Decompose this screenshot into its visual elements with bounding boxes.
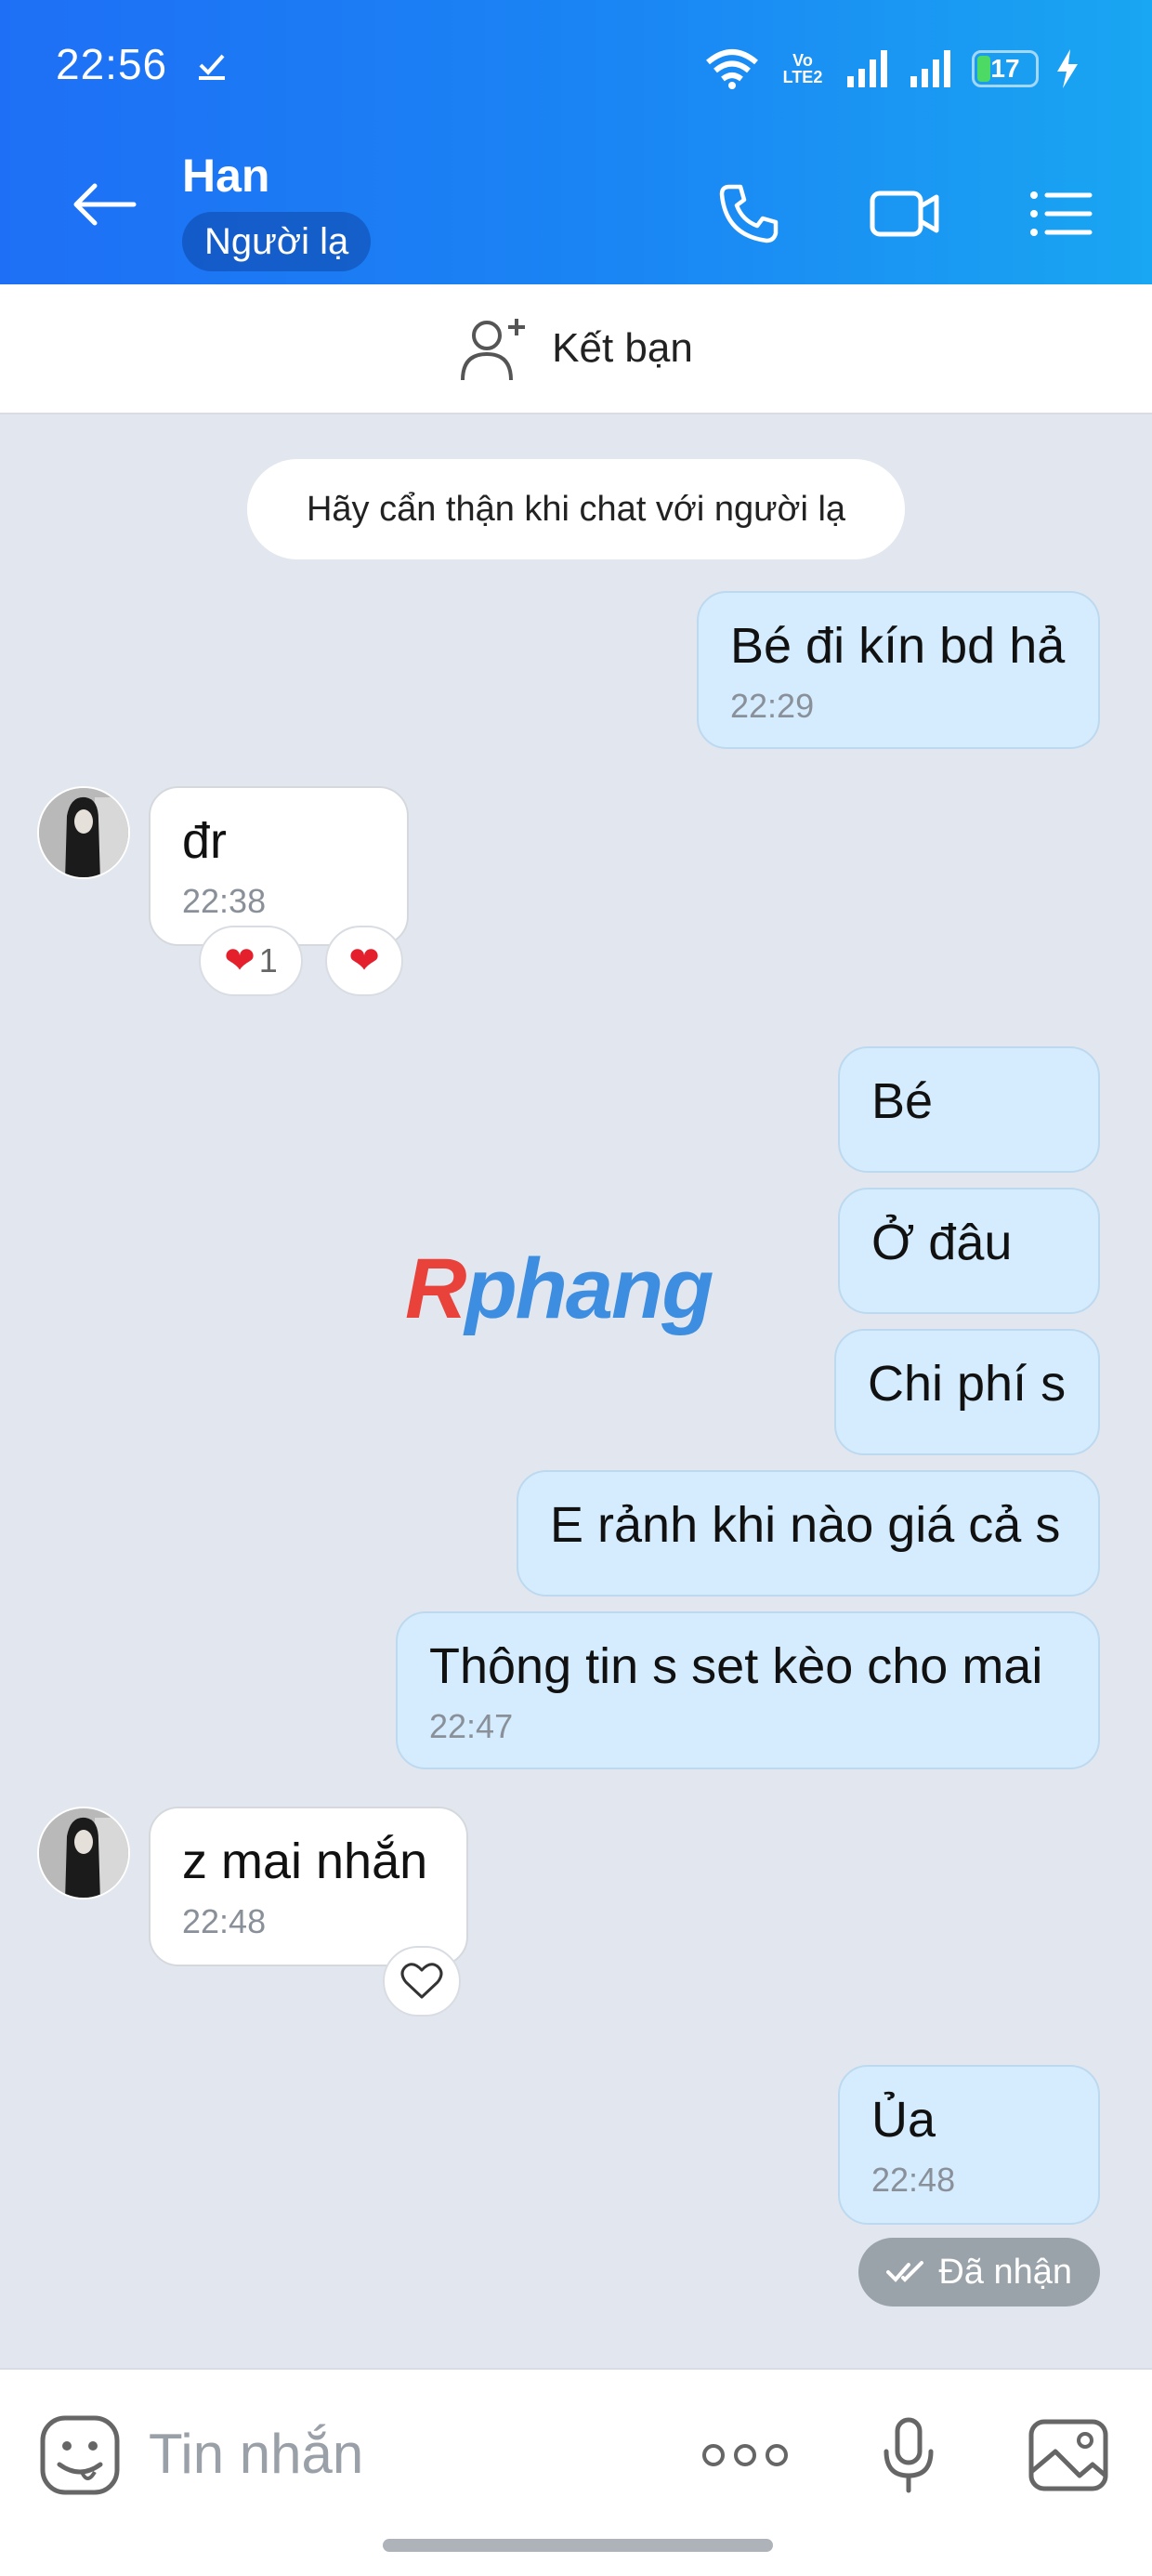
list-menu-icon — [1030, 191, 1093, 236]
react-button[interactable] — [383, 1946, 461, 2017]
add-user-icon — [461, 319, 526, 381]
avatar-image — [39, 1808, 128, 1898]
volte-indicator: Vo LTE2 — [782, 51, 823, 86]
message-input[interactable] — [149, 2407, 650, 2500]
delivery-status-badge: Đã nhận — [858, 2238, 1100, 2307]
charging-icon — [1057, 49, 1078, 88]
reaction-count: 1 — [258, 941, 278, 979]
react-button[interactable]: ❤ — [325, 926, 403, 996]
message-bubble-outgoing[interactable]: Bé — [838, 1046, 1100, 1173]
delivery-status-label: Đã nhận — [938, 2252, 1072, 2292]
message-time: 22:38 — [182, 882, 267, 920]
microphone-icon — [884, 2417, 934, 2493]
sticker-button[interactable] — [33, 2409, 126, 2502]
message-time: 22:48 — [182, 1902, 267, 1940]
signal-icon-2 — [910, 50, 950, 87]
phone-icon — [719, 184, 779, 243]
add-friend-bar[interactable]: Kết bạn — [0, 284, 1152, 414]
watermark-logo: Rphang — [405, 1242, 713, 1336]
message-text: Ủa — [871, 2092, 936, 2148]
message-text: đr — [182, 813, 228, 869]
gallery-button[interactable] — [1022, 2409, 1115, 2502]
video-call-button[interactable] — [870, 178, 940, 249]
status-icons: Vo LTE2 17 — [704, 45, 1080, 93]
status-time: 22:56 — [56, 40, 168, 88]
wifi-icon — [706, 49, 758, 89]
heart-icon: ❤ — [224, 940, 255, 981]
message-text: Chi phí s — [868, 1356, 1067, 1412]
message-bubble-incoming[interactable]: z mai nhắn 22:48 — [149, 1807, 468, 1966]
message-text: E rảnh khi nào giá cả s — [550, 1497, 1061, 1553]
stranger-badge: Người lạ — [182, 212, 372, 271]
more-options-button[interactable] — [699, 2409, 792, 2502]
message-time: 22:47 — [429, 1707, 514, 1745]
message-text: Ở đâu — [871, 1215, 1013, 1270]
add-friend-label: Kết bạn — [552, 325, 693, 371]
message-text: Thông tin s set kèo cho mai — [429, 1638, 1043, 1694]
message-bubble-outgoing[interactable]: E rảnh khi nào giá cả s — [517, 1470, 1100, 1597]
message-time: 22:29 — [730, 687, 815, 725]
avatar[interactable] — [37, 786, 130, 879]
heart-outline-icon — [400, 1963, 443, 1999]
battery-indicator: 17 — [972, 50, 1039, 87]
message-time: 22:48 — [871, 2161, 956, 2199]
emoji-icon — [40, 2415, 120, 2495]
chat-header: 22:56 Vo LTE2 17 Han Người lạ — [0, 0, 1152, 284]
message-bubble-incoming[interactable]: đr 22:38 — [149, 786, 409, 946]
signal-icon — [847, 50, 887, 87]
menu-button[interactable] — [1026, 178, 1096, 249]
avatar[interactable] — [37, 1807, 130, 1899]
message-bubble-outgoing[interactable]: Thông tin s set kèo cho mai 22:47 — [396, 1611, 1100, 1769]
heart-icon: ❤ — [348, 940, 380, 981]
video-camera-icon — [870, 191, 939, 237]
more-dots-icon — [702, 2444, 788, 2466]
message-bubble-outgoing[interactable]: Bé đi kín bd hả 22:29 — [697, 591, 1100, 749]
message-bubble-outgoing[interactable]: Ở đâu — [838, 1188, 1100, 1314]
avatar-image — [39, 788, 128, 877]
message-bubble-outgoing[interactable]: Ủa 22:48 — [838, 2065, 1100, 2225]
message-text: Bé đi kín bd hả — [730, 618, 1066, 674]
home-indicator[interactable] — [383, 2539, 773, 2552]
checkmark-icon — [199, 54, 225, 80]
call-button[interactable] — [713, 178, 784, 249]
image-icon — [1028, 2419, 1108, 2491]
message-text: Bé — [871, 1073, 934, 1129]
back-arrow-icon[interactable] — [67, 177, 141, 232]
contact-name[interactable]: Han — [182, 149, 269, 203]
voice-button[interactable] — [862, 2409, 955, 2502]
message-text: z mai nhắn — [182, 1833, 428, 1889]
stranger-warning-notice: Hãy cẩn thận khi chat với người lạ — [247, 459, 905, 559]
reaction-summary[interactable]: ❤ 1 — [199, 926, 303, 996]
double-check-icon — [886, 2261, 924, 2282]
message-bubble-outgoing[interactable]: Chi phí s — [834, 1329, 1100, 1455]
